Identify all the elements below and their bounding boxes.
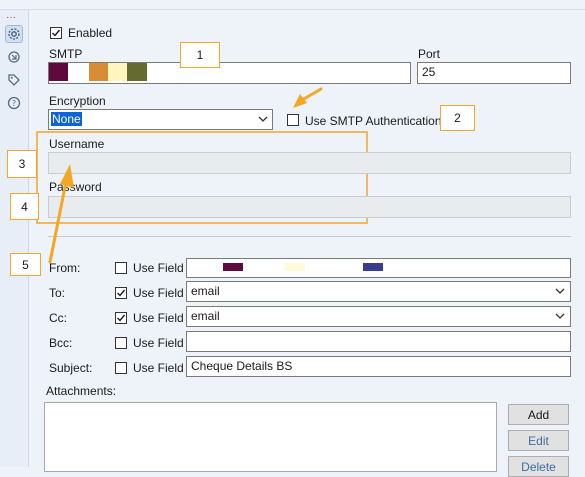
from-input[interactable] — [186, 258, 571, 278]
enabled-label: Enabled — [68, 26, 113, 40]
refresh-arrows-icon[interactable] — [5, 48, 23, 66]
section-divider — [48, 236, 571, 237]
window-top-strip — [0, 0, 585, 10]
enabled-checkbox[interactable] — [50, 27, 62, 39]
encryption-value: None — [51, 112, 82, 126]
to-label: To: — [49, 286, 66, 300]
from-label: From: — [49, 261, 81, 275]
bcc-use-field-label: Use Field — [133, 336, 184, 350]
subject-use-field-label: Use Field — [133, 361, 184, 375]
attachments-list[interactable] — [44, 402, 497, 472]
cc-use-field-label: Use Field — [133, 311, 184, 325]
encryption-label: Encryption — [49, 94, 106, 108]
redaction-block — [363, 263, 383, 271]
chevron-down-icon — [555, 288, 565, 294]
encryption-select[interactable]: None — [48, 109, 273, 130]
callout-3: 3 — [7, 150, 37, 178]
bcc-label: Bcc: — [49, 336, 73, 350]
from-redaction — [187, 259, 419, 277]
chevron-down-icon — [258, 116, 268, 122]
left-tool-rail: ··· ? — [0, 10, 29, 467]
redaction-block — [89, 63, 108, 81]
smtp-redaction — [49, 63, 149, 81]
to-use-field-label: Use Field — [133, 286, 184, 300]
redaction-block — [49, 63, 68, 81]
edit-button[interactable]: Edit — [508, 430, 569, 451]
to-select[interactable]: email — [186, 281, 571, 302]
smtp-auth-label: Use SMTP Authentication — [305, 114, 442, 128]
redaction-block — [127, 63, 147, 81]
subject-use-field-checkbox[interactable] — [115, 362, 127, 374]
rail-dots: ··· — [6, 12, 16, 23]
help-icon[interactable]: ? — [5, 94, 23, 112]
chevron-down-icon — [555, 313, 565, 319]
callout-2: 2 — [440, 105, 475, 131]
cc-use-field-checkbox[interactable] — [115, 312, 127, 324]
check-icon — [117, 289, 126, 297]
check-icon — [117, 314, 126, 322]
bcc-use-field-checkbox[interactable] — [115, 337, 127, 349]
gear-icon[interactable] — [5, 25, 23, 43]
redaction-block — [223, 263, 243, 271]
password-input[interactable] — [48, 196, 571, 218]
subject-label: Subject: — [49, 361, 93, 375]
svg-text:?: ? — [12, 99, 16, 108]
cc-label: Cc: — [49, 311, 67, 325]
redaction-block — [108, 63, 127, 81]
from-use-field-label: Use Field — [133, 261, 184, 275]
bcc-input[interactable] — [186, 331, 571, 352]
smtp-auth-checkbox[interactable] — [287, 114, 299, 126]
callout-1: 1 — [180, 42, 220, 68]
arrow-annotation-icon — [293, 87, 323, 108]
cc-value: email — [191, 309, 220, 323]
port-label: Port — [418, 47, 441, 61]
callout-4: 4 — [10, 193, 39, 220]
tag-icon[interactable] — [5, 71, 23, 89]
callout-5: 5 — [10, 253, 41, 276]
smtp-input[interactable] — [48, 62, 411, 84]
subject-input[interactable]: Cheque Details BS — [186, 356, 571, 377]
attachments-label: Attachments: — [46, 384, 117, 398]
check-icon — [52, 29, 61, 37]
username-input[interactable] — [48, 152, 571, 174]
to-value: email — [191, 284, 220, 298]
smtp-label: SMTP — [49, 47, 83, 61]
arrow-annotation-icon — [48, 164, 74, 264]
add-button[interactable]: Add — [508, 404, 569, 425]
from-use-field-checkbox[interactable] — [115, 262, 127, 274]
username-label: Username — [49, 137, 105, 151]
cc-select[interactable]: email — [186, 306, 571, 327]
to-use-field-checkbox[interactable] — [115, 287, 127, 299]
port-input[interactable]: 25 — [417, 62, 571, 84]
redaction-block — [285, 263, 305, 271]
